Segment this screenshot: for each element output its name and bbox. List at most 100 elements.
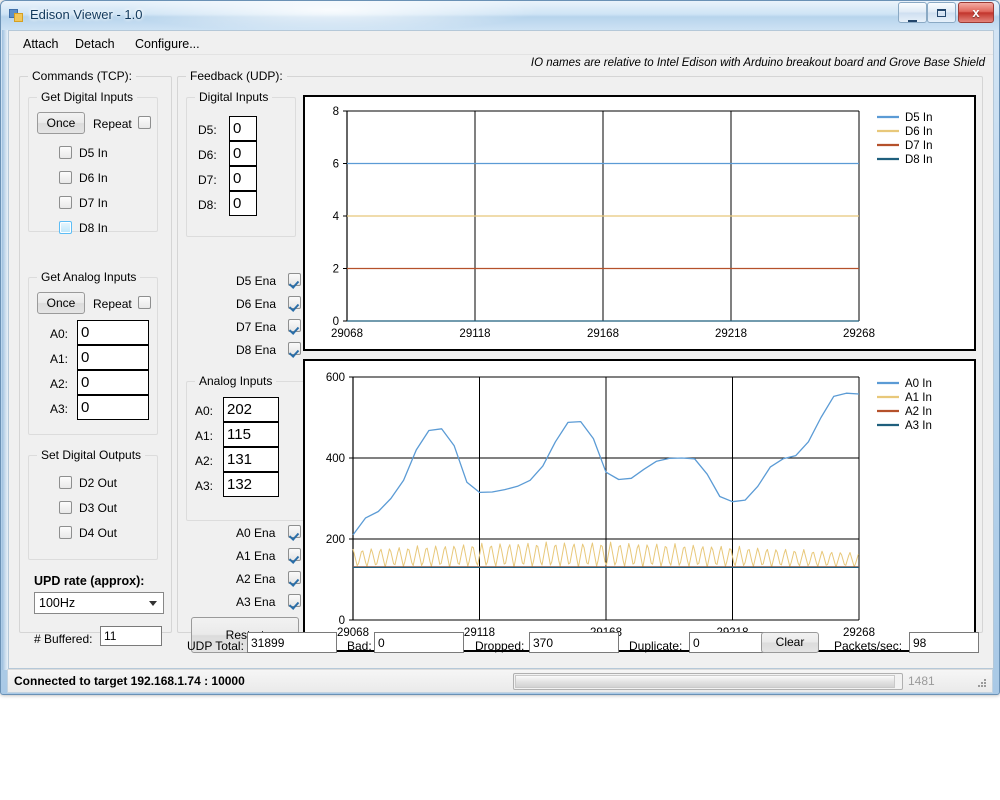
- label-cmd-a3: A3:: [50, 402, 69, 416]
- application-window: Edison Viewer - 1.0 x Attach Detach Conf…: [0, 0, 1000, 695]
- buffer-progress-value: 1481: [908, 674, 935, 688]
- checkbox-a2-ena[interactable]: [288, 571, 301, 584]
- checkbox-d6-ena[interactable]: [288, 296, 301, 309]
- get-analog-inputs-title: Get Analog Inputs: [37, 270, 141, 284]
- udp-rate-value: 100Hz: [39, 596, 76, 610]
- digital-repeat-checkbox[interactable]: [138, 116, 151, 129]
- analog-chart-svg: 29068291182916829218292680200400600A0 In…: [326, 372, 932, 639]
- set-digital-outputs-group: Set Digital Outputs D2 Out D3 Out D4 Out: [28, 448, 158, 560]
- label-d7-ena: D7 Ena: [236, 320, 277, 334]
- value-fb-a0: 202: [223, 397, 279, 422]
- label-d5-ena: D5 Ena: [236, 274, 277, 288]
- analog-once-button[interactable]: Once: [37, 292, 85, 314]
- checkbox-d6-in[interactable]: [59, 171, 72, 184]
- input-cmd-a3[interactable]: 0: [77, 395, 149, 420]
- checkbox-a3-ena[interactable]: [288, 594, 301, 607]
- checkbox-d2-out[interactable]: [59, 476, 72, 489]
- connection-status-text: Connected to target 192.168.1.74 : 10000: [14, 674, 245, 688]
- udp-rate-combobox[interactable]: 100Hz: [34, 592, 164, 614]
- udp-total-value[interactable]: 31899: [247, 632, 337, 653]
- get-analog-inputs-group: Get Analog Inputs Once Repeat A0: 0 A1: …: [28, 270, 158, 435]
- checkbox-a1-ena[interactable]: [288, 548, 301, 561]
- buffer-progress-bar: [513, 673, 903, 690]
- label-d4-out: D4 Out: [79, 526, 118, 540]
- digital-once-button[interactable]: Once: [37, 112, 85, 134]
- maximize-button[interactable]: [927, 2, 956, 23]
- checkbox-d7-ena[interactable]: [288, 319, 301, 332]
- checkbox-d3-out[interactable]: [59, 501, 72, 514]
- svg-text:A3 In: A3 In: [905, 420, 932, 432]
- input-cmd-a2[interactable]: 0: [77, 370, 149, 395]
- svg-text:0: 0: [339, 615, 345, 627]
- menu-item-configure[interactable]: Configure...: [129, 35, 206, 53]
- io-names-note: IO names are relative to Intel Edison wi…: [530, 57, 985, 69]
- set-digital-outputs-title: Set Digital Outputs: [37, 448, 146, 462]
- input-cmd-a0[interactable]: 0: [77, 320, 149, 345]
- svg-text:29118: 29118: [464, 627, 495, 639]
- svg-text:0: 0: [333, 316, 339, 328]
- checkbox-d5-in[interactable]: [59, 146, 72, 159]
- checkbox-a0-ena[interactable]: [288, 525, 301, 538]
- svg-text:A2 In: A2 In: [905, 406, 932, 418]
- svg-text:29268: 29268: [843, 627, 875, 639]
- bad-value[interactable]: 0: [374, 632, 464, 653]
- svg-text:29168: 29168: [587, 328, 619, 340]
- svg-text:29268: 29268: [843, 328, 875, 340]
- input-cmd-a1[interactable]: 0: [77, 345, 149, 370]
- resize-grip-icon[interactable]: [976, 677, 988, 689]
- dropped-label: Dropped:: [475, 639, 525, 653]
- value-fb-d5: 0: [229, 116, 257, 141]
- label-fb-d7: D7:: [198, 173, 217, 187]
- label-d3-out: D3 Out: [79, 501, 118, 515]
- commands-group: Commands (TCP): Get Digital Inputs Once …: [19, 69, 172, 646]
- digital-chart-svg: 29068 29118 29168 29218 29268 0 2 4 6 8 D5 In D6 In…: [331, 106, 933, 340]
- digital-inputs-chart[interactable]: 29068 29118 29168 29218 29268 0 2 4 6 8 D5 In D6 In…: [303, 95, 976, 351]
- clear-button[interactable]: Clear: [761, 632, 819, 653]
- svg-text:400: 400: [326, 453, 345, 465]
- svg-text:A0 In: A0 In: [905, 378, 932, 390]
- analog-repeat-checkbox[interactable]: [138, 296, 151, 309]
- dropped-value[interactable]: 370: [529, 632, 619, 653]
- label-d2-out: D2 Out: [79, 476, 118, 490]
- svg-text:29118: 29118: [459, 328, 490, 340]
- label-d6-in: D6 In: [79, 171, 108, 185]
- titlebar-glass-highlight: [121, 1, 541, 30]
- svg-text:8: 8: [333, 106, 339, 118]
- checkbox-d7-in[interactable]: [59, 196, 72, 209]
- analog-repeat-label: Repeat: [93, 297, 132, 311]
- svg-text:2: 2: [333, 264, 339, 276]
- packets-sec-value[interactable]: 98: [909, 632, 979, 653]
- checkbox-d4-out[interactable]: [59, 526, 72, 539]
- svg-text:6: 6: [333, 159, 339, 171]
- label-fb-d8: D8:: [198, 198, 217, 212]
- label-fb-a1: A1:: [195, 429, 214, 443]
- app-icon: [9, 9, 23, 22]
- svg-text:D5 In: D5 In: [905, 112, 933, 124]
- menu-item-attach[interactable]: Attach: [17, 35, 64, 53]
- feedback-analog-inputs-group: Analog Inputs A0: 202 A1: 115 A2: 131 A3…: [186, 374, 306, 521]
- udp-rate-label: UPD rate (approx):: [34, 574, 145, 588]
- buffered-value[interactable]: 11: [100, 626, 162, 646]
- digital-repeat-label: Repeat: [93, 117, 132, 131]
- label-a3-ena: A3 Ena: [236, 595, 276, 609]
- feedback-analog-inputs-title: Analog Inputs: [195, 374, 277, 388]
- svg-text:29068: 29068: [337, 627, 369, 639]
- get-digital-inputs-group: Get Digital Inputs Once Repeat D5 In D6 …: [28, 90, 158, 235]
- menu-item-detach[interactable]: Detach: [69, 35, 121, 53]
- bad-label: Bad:: [347, 639, 372, 653]
- duplicate-label: Duplicate:: [629, 639, 683, 653]
- analog-inputs-chart[interactable]: 29068291182916829218292680200400600A0 In…: [303, 359, 976, 652]
- commands-group-title: Commands (TCP):: [28, 69, 137, 83]
- title-bar: Edison Viewer - 1.0 x: [1, 1, 999, 30]
- label-d7-in: D7 In: [79, 196, 108, 210]
- minimize-button[interactable]: [898, 2, 927, 23]
- checkbox-d8-ena[interactable]: [288, 342, 301, 355]
- checkbox-d8-in[interactable]: [59, 221, 72, 234]
- svg-text:4: 4: [333, 211, 340, 223]
- label-fb-a3: A3:: [195, 479, 214, 493]
- checkbox-d5-ena[interactable]: [288, 273, 301, 286]
- status-bar: Connected to target 192.168.1.74 : 10000…: [7, 669, 993, 693]
- label-fb-d6: D6:: [198, 148, 217, 162]
- close-button[interactable]: x: [958, 2, 994, 23]
- label-a1-ena: A1 Ena: [236, 549, 276, 563]
